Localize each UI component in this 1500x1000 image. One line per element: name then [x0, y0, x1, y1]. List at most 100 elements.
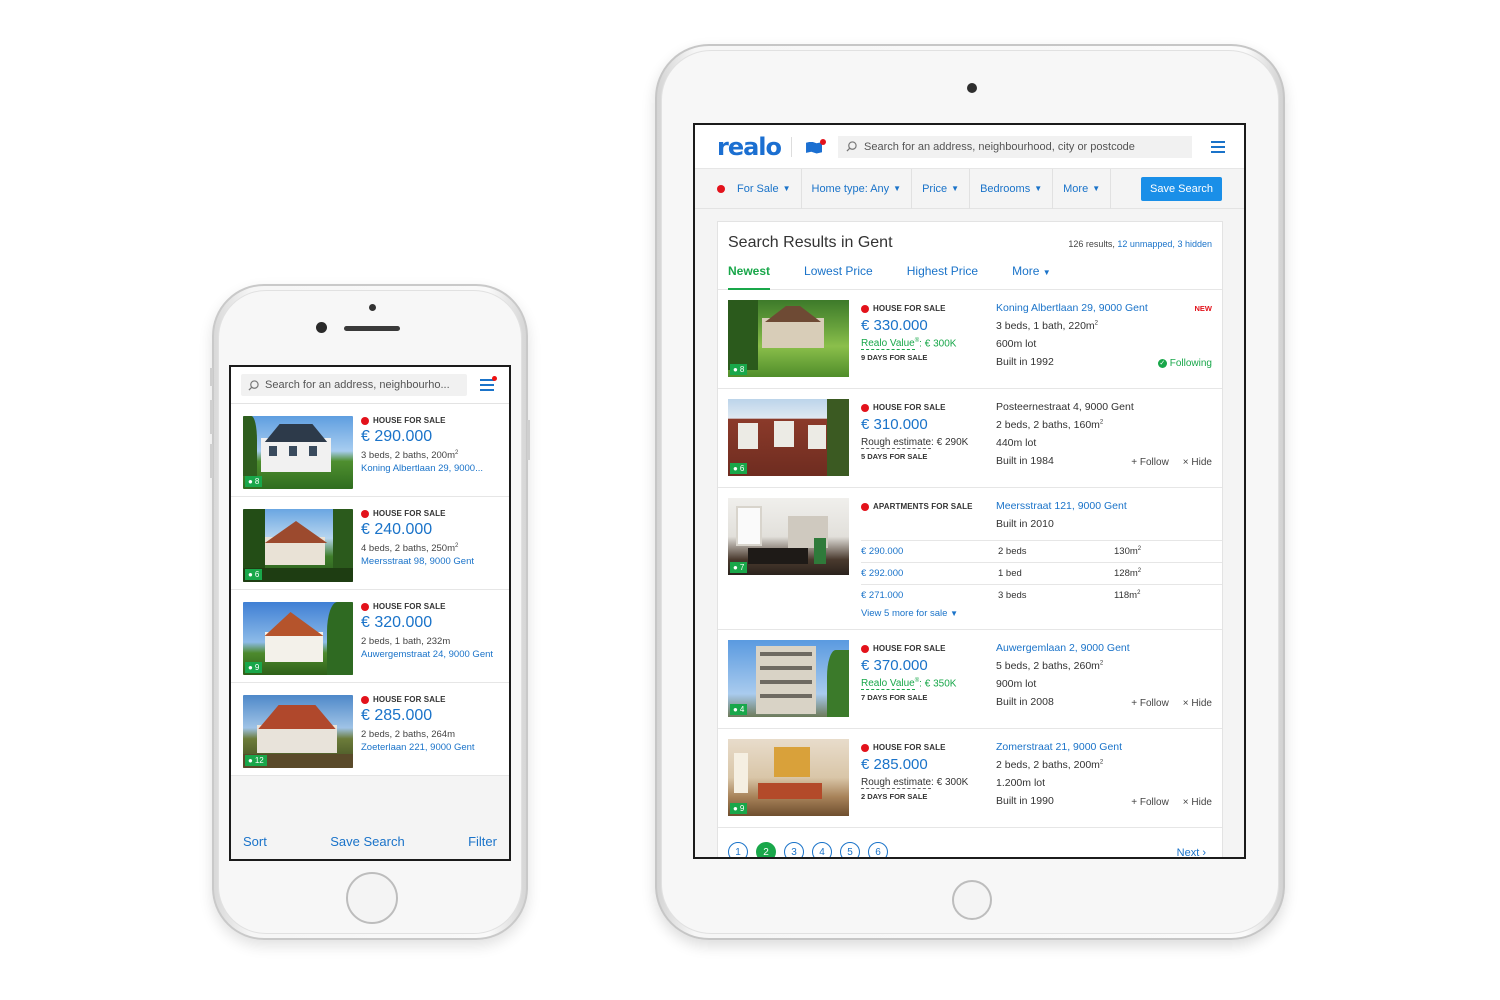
- unit-row[interactable]: € 271.000 3 beds 118m2: [861, 584, 1222, 606]
- page-button[interactable]: 3: [784, 842, 804, 857]
- list-item[interactable]: ● 12 HOUSE FOR SALE € 285.000 2 beds, 2 b…: [231, 683, 509, 776]
- view-more-link[interactable]: View 5 more for sale ▼: [861, 608, 958, 619]
- chevron-right-icon: ›: [1202, 847, 1206, 859]
- unit-row[interactable]: € 292.000 1 bed 128m2: [861, 562, 1222, 584]
- listing-address[interactable]: Zomerstraat 21, 9000 Gent: [996, 741, 1212, 753]
- realo-value[interactable]: Realo Value®: € 350K: [861, 678, 991, 691]
- table-row[interactable]: ● 4 HOUSE FOR SALE € 370.000 Realo Value®…: [718, 630, 1222, 729]
- rough-estimate[interactable]: Rough estimate: € 300K: [861, 777, 991, 789]
- realo-logo[interactable]: realo: [717, 133, 782, 161]
- photo-count: 9: [254, 663, 260, 672]
- menu-icon[interactable]: [1206, 136, 1230, 158]
- hide-button[interactable]: × Hide: [1183, 457, 1212, 468]
- page-button-current[interactable]: 2: [756, 842, 776, 857]
- unit-row[interactable]: € 290.000 2 beds 130m2: [861, 540, 1222, 562]
- next-page-link[interactable]: Next ›: [1177, 847, 1206, 859]
- results-count: 126 results, 12 unmapped, 3 hidden: [1068, 239, 1212, 249]
- filter-more[interactable]: More ▼: [1053, 168, 1112, 209]
- listing-price: € 320.000: [361, 614, 433, 631]
- tablet-home-button[interactable]: [952, 880, 992, 920]
- listing-photo[interactable]: ● 8: [243, 416, 353, 489]
- map-icon[interactable]: [806, 138, 827, 155]
- filter-label: Bedrooms: [980, 182, 1031, 195]
- listing-photo[interactable]: ● 4: [728, 640, 849, 717]
- tab-newest[interactable]: Newest: [728, 264, 771, 290]
- unit-price[interactable]: € 271.000: [861, 590, 998, 601]
- listing-meta-text: 4 beds, 2 baths, 250m: [361, 543, 456, 555]
- menu-icon[interactable]: [475, 374, 499, 396]
- listing-lot: 440m lot: [996, 437, 1037, 449]
- page-button[interactable]: 1: [728, 842, 748, 857]
- tab-lowest-price[interactable]: Lowest Price: [804, 264, 873, 290]
- tab-more[interactable]: More ▼: [1012, 264, 1051, 290]
- tablet-screen: realo Search for an address, neighbourho…: [693, 123, 1246, 859]
- tab-highest-price[interactable]: Highest Price: [907, 264, 978, 290]
- table-row[interactable]: ● 9 HOUSE FOR SALE € 285.000 Rough estima…: [718, 729, 1222, 828]
- following-status[interactable]: ✓ Following: [1157, 358, 1212, 369]
- listing-photo[interactable]: ● 9: [728, 739, 849, 816]
- filter-for-sale[interactable]: For Sale ▼: [717, 168, 802, 209]
- value-label: Realo Value: [861, 678, 915, 691]
- listing-photo[interactable]: ● 12: [243, 695, 353, 768]
- listing-photo[interactable]: ● 9: [243, 602, 353, 675]
- listing-address[interactable]: Koning Albertlaan 29, 9000...: [361, 463, 499, 474]
- notification-dot: [492, 376, 497, 381]
- table-row[interactable]: ● 7 APARTMENTS FOR SALE Meersstraat 121, …: [718, 488, 1222, 630]
- rough-estimate[interactable]: Rough estimate: € 290K: [861, 437, 991, 449]
- phone-listing-list: ● 8 HOUSE FOR SALE € 290.000 3 beds, 2 ba…: [231, 404, 509, 776]
- page-button[interactable]: 6: [868, 842, 888, 857]
- follow-button[interactable]: + Follow: [1131, 457, 1169, 468]
- unit-area: 130m2: [1114, 545, 1142, 558]
- search-input[interactable]: Search for an address, neighbourhood, ci…: [838, 135, 1192, 158]
- phone-home-button[interactable]: [346, 872, 398, 924]
- table-row[interactable]: ● 6 HOUSE FOR SALE € 310.000 Rough estima…: [718, 389, 1222, 488]
- filter-bedrooms[interactable]: Bedrooms ▼: [970, 168, 1054, 209]
- search-input[interactable]: Search for an address, neighbourho...: [241, 374, 467, 396]
- list-item[interactable]: ● 9 HOUSE FOR SALE € 320.000 2 beds, 1 ba…: [231, 590, 509, 683]
- listing-photo[interactable]: ● 8: [728, 300, 849, 377]
- listing-address[interactable]: Auwergemlaan 2, 9000 Gent: [996, 642, 1212, 654]
- listing-address[interactable]: Koning Albertlaan 29, 9000 Gent: [996, 302, 1212, 314]
- listing-meta-text: 3 beds, 2 baths, 200m: [361, 450, 456, 462]
- photo-count-badge: ● 9: [730, 803, 748, 814]
- save-search-button[interactable]: Save Search: [330, 834, 404, 849]
- listing-photo[interactable]: ● 6: [728, 399, 849, 476]
- listing-address[interactable]: Meersstraat 98, 9000 Gent: [361, 556, 499, 567]
- page-button[interactable]: 4: [812, 842, 832, 857]
- listing-beds-baths: 2 beds, 2 baths, 160m2: [996, 419, 1104, 431]
- listing-address[interactable]: Auwergemstraat 24, 9000 Gent: [361, 649, 499, 660]
- list-item[interactable]: ● 8 HOUSE FOR SALE € 290.000 3 beds, 2 ba…: [231, 404, 509, 497]
- unmapped-link[interactable]: 12 unmapped,: [1117, 239, 1175, 249]
- hide-button[interactable]: × Hide: [1183, 698, 1212, 709]
- camera-icon: ●: [733, 705, 738, 714]
- table-row[interactable]: ● 8 HOUSE FOR SALE € 330.000 Realo Value®…: [718, 290, 1222, 389]
- camera-icon: ●: [733, 804, 738, 813]
- listing-address[interactable]: Zoeterlaan 221, 9000 Gent: [361, 742, 499, 753]
- beds-baths-text: 3 beds, 1 bath, 220m: [996, 320, 1095, 332]
- follow-button[interactable]: + Follow: [1131, 698, 1169, 709]
- close-icon: ×: [1182, 698, 1189, 709]
- follow-button[interactable]: + Follow: [1131, 797, 1169, 808]
- phone-speaker: [344, 326, 400, 331]
- hidden-link[interactable]: 3 hidden: [1177, 239, 1212, 249]
- hide-button[interactable]: × Hide: [1183, 797, 1212, 808]
- listing-lot: 1.200m lot: [996, 777, 1046, 789]
- listing-info: HOUSE FOR SALE € 320.000 2 beds, 1 bath,…: [361, 602, 499, 673]
- listing-photo[interactable]: ● 6: [243, 509, 353, 582]
- unit-price[interactable]: € 292.000: [861, 568, 998, 579]
- filter-home-type[interactable]: Home type: Any ▼: [802, 168, 913, 209]
- listing-beds-baths: 5 beds, 2 baths, 260m2: [996, 660, 1104, 672]
- realo-value[interactable]: Realo Value®: € 300K: [861, 338, 991, 351]
- page-button[interactable]: 5: [840, 842, 860, 857]
- listing-address[interactable]: Meersstraat 121, 9000 Gent: [996, 500, 1212, 512]
- unit-price[interactable]: € 290.000: [861, 546, 998, 557]
- unit-beds: 3 beds: [998, 590, 1027, 601]
- camera-icon: ●: [733, 365, 738, 374]
- filter-button[interactable]: Filter: [468, 834, 497, 849]
- close-icon: ×: [1182, 797, 1189, 808]
- save-search-button[interactable]: Save Search: [1141, 176, 1222, 201]
- filter-price[interactable]: Price ▼: [912, 168, 971, 209]
- list-item[interactable]: ● 6 HOUSE FOR SALE € 240.000 4 beds, 2 ba…: [231, 497, 509, 590]
- listing-photo[interactable]: ● 7: [728, 498, 849, 575]
- sort-button[interactable]: Sort: [243, 834, 267, 849]
